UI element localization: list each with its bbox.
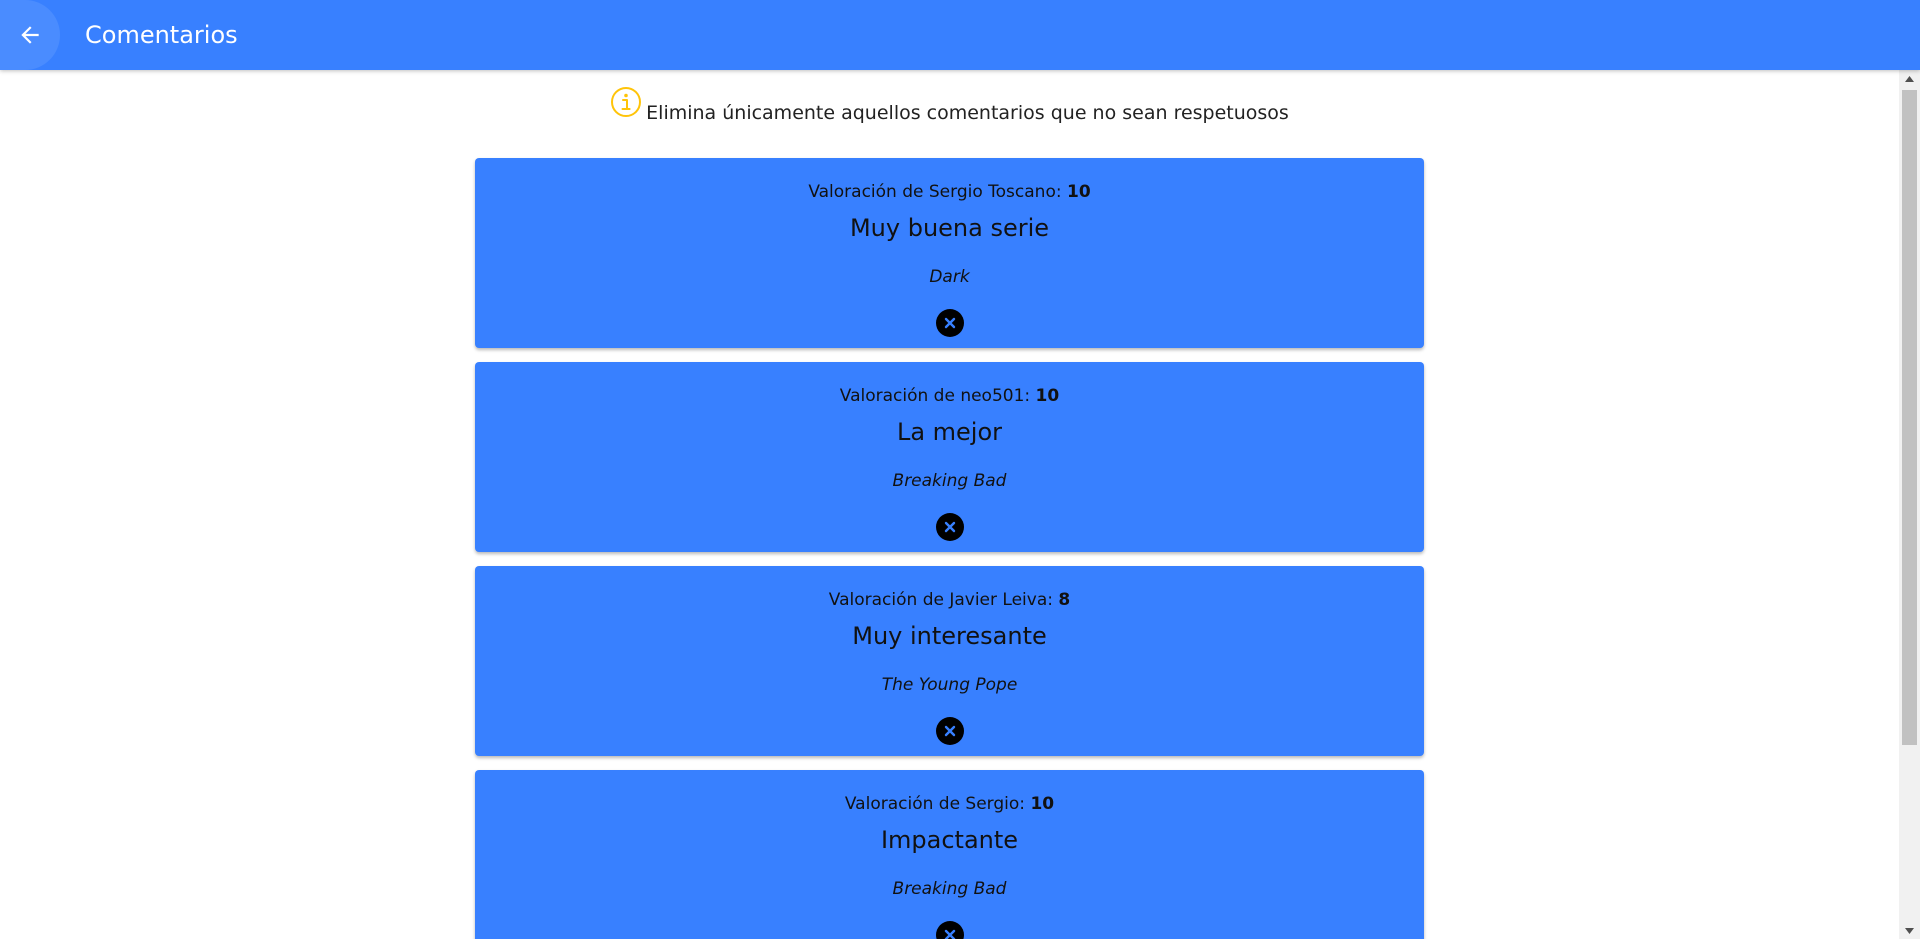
- comment-series: The Young Pope: [881, 675, 1018, 695]
- close-icon: [944, 521, 956, 533]
- info-notice: Elimina únicamente aquellos comentarios …: [0, 87, 1899, 129]
- comment-series: Breaking Bad: [892, 879, 1007, 899]
- comment-rating: Valoración de Sergio: 10: [475, 794, 1424, 814]
- delete-comment-button[interactable]: [936, 921, 964, 939]
- header-toolbar: Comentarios: [0, 0, 1920, 70]
- comment-card: Valoración de Sergio: 10 Impactante Brea…: [475, 770, 1424, 939]
- delete-comment-button[interactable]: [936, 717, 964, 745]
- scroll-down-arrow-icon[interactable]: [1899, 922, 1920, 939]
- rating-value: 10: [1066, 182, 1091, 202]
- rating-value: 8: [1058, 590, 1071, 610]
- scrollbar-thumb[interactable]: [1902, 90, 1917, 745]
- rating-value: 10: [1030, 794, 1055, 814]
- rating-author: Valoración de neo501:: [839, 386, 1036, 406]
- delete-comment-button[interactable]: [936, 309, 964, 337]
- info-icon: [611, 87, 642, 117]
- delete-comment-button[interactable]: [936, 513, 964, 541]
- rating-author: Valoración de Javier Leiva:: [828, 590, 1059, 610]
- comment-series: Breaking Bad: [892, 471, 1007, 491]
- vertical-scrollbar[interactable]: [1899, 70, 1920, 939]
- comment-rating: Valoración de Javier Leiva: 8: [475, 590, 1424, 610]
- close-icon: [944, 317, 956, 329]
- comment-series: Dark: [929, 267, 970, 287]
- close-icon: [944, 725, 956, 737]
- comment-card: Valoración de neo501: 10 La mejor Breaki…: [475, 362, 1424, 552]
- content-area: Elimina únicamente aquellos comentarios …: [0, 70, 1899, 939]
- comment-title: Impactante: [880, 826, 1019, 854]
- comment-card: Valoración de Javier Leiva: 8 Muy intere…: [475, 566, 1424, 756]
- comment-list: Valoración de Sergio Toscano: 10 Muy bue…: [475, 158, 1424, 939]
- scroll-up-arrow-icon[interactable]: [1899, 70, 1920, 87]
- rating-author: Valoración de Sergio Toscano:: [808, 182, 1067, 202]
- notice-text: Elimina únicamente aquellos comentarios …: [646, 102, 1289, 124]
- comment-rating: Valoración de Sergio Toscano: 10: [475, 182, 1424, 202]
- comment-title: Muy buena serie: [849, 214, 1050, 242]
- back-button[interactable]: [0, 0, 60, 70]
- comment-rating: Valoración de neo501: 10: [475, 386, 1424, 406]
- rating-value: 10: [1035, 386, 1060, 406]
- rating-author: Valoración de Sergio:: [844, 794, 1031, 814]
- close-icon: [944, 929, 956, 939]
- comment-title: Muy interesante: [852, 622, 1047, 650]
- comment-card: Valoración de Sergio Toscano: 10 Muy bue…: [475, 158, 1424, 348]
- page-title: Comentarios: [85, 21, 238, 49]
- arrow-back-icon: [21, 26, 39, 44]
- comment-title: La mejor: [896, 418, 1003, 446]
